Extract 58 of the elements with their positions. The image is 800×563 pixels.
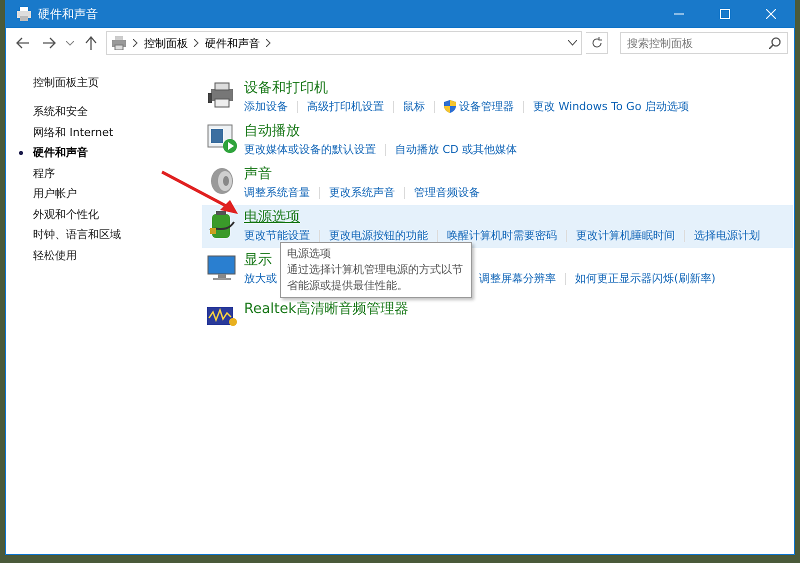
chevron-icon bbox=[133, 39, 138, 47]
sidebar-item[interactable]: 外观和个性化 bbox=[33, 204, 202, 224]
forward-arrow-icon bbox=[42, 37, 56, 49]
sidebar-item[interactable]: 用户帐户 bbox=[33, 184, 202, 204]
category-link[interactable]: 声音 bbox=[244, 165, 272, 183]
task-link[interactable]: 自动播放 CD 或其他媒体 bbox=[395, 142, 518, 157]
task-link[interactable]: 管理音频设备 bbox=[414, 185, 480, 200]
task-link[interactable]: 更改媒体或设备的默认设置 bbox=[244, 142, 376, 157]
maximize-icon bbox=[720, 9, 730, 19]
task-link[interactable]: 如何更正显示器闪烁(刷新率) bbox=[575, 271, 716, 286]
tooltip-text: 通过选择计算机管理电源的方式以节省能源或提供最佳性能。 bbox=[287, 262, 464, 294]
window-title: 硬件和声音 bbox=[38, 6, 99, 22]
refresh-icon bbox=[590, 37, 602, 49]
category-link[interactable]: Realtek高清晰音频管理器 bbox=[244, 300, 408, 318]
task-link[interactable]: 唤醒计算机时需要密码 bbox=[447, 228, 557, 243]
autoplay-icon bbox=[206, 122, 238, 154]
task-link[interactable]: 添加设备 bbox=[244, 99, 288, 114]
task-link[interactable]: 调整屏幕分辨率 bbox=[479, 271, 556, 286]
task-link[interactable]: 更改系统声音 bbox=[329, 185, 395, 200]
breadcrumb[interactable]: 硬件和声音 bbox=[205, 36, 260, 50]
category-link[interactable]: 设备和打印机 bbox=[244, 79, 328, 97]
search-icon bbox=[769, 37, 781, 49]
shield-icon bbox=[444, 100, 456, 113]
task-link[interactable]: 更改 Windows To Go 启动选项 bbox=[533, 99, 689, 114]
breadcrumb[interactable]: 控制面板 bbox=[144, 36, 188, 50]
task-link[interactable]: 高级打印机设置 bbox=[307, 99, 384, 114]
task-link[interactable]: 设备管理器 bbox=[444, 99, 514, 114]
printer-icon bbox=[16, 7, 32, 21]
chevron-icon bbox=[194, 39, 199, 47]
task-link[interactable]: 调整系统音量 bbox=[244, 185, 310, 200]
sidebar-link[interactable]: 控制面板主页 bbox=[33, 72, 202, 92]
task-link[interactable]: 选择电源计划 bbox=[694, 228, 760, 243]
sidebar-item[interactable]: 硬件和声音 bbox=[33, 142, 202, 163]
task-link[interactable]: 更改节能设置 bbox=[244, 228, 310, 243]
task-link[interactable]: 更改电源按钮的功能 bbox=[329, 228, 428, 243]
task-link[interactable]: 鼠标 bbox=[403, 99, 425, 114]
chevron-icon bbox=[266, 39, 271, 47]
back-arrow-icon bbox=[16, 37, 30, 49]
sidebar-item[interactable]: 时钟、语言和区域 bbox=[33, 224, 202, 245]
sidebar-item[interactable]: 程序 bbox=[33, 163, 202, 184]
category-link[interactable]: 自动播放 bbox=[244, 122, 300, 140]
task-link[interactable]: 放大或 bbox=[244, 271, 277, 286]
up-arrow-icon bbox=[85, 36, 97, 50]
tooltip-title: 电源选项 bbox=[287, 246, 332, 262]
caret-icon bbox=[66, 40, 74, 46]
sidebar-item[interactable]: 网络和 Internet bbox=[33, 122, 202, 142]
sidebar-item[interactable]: 系统和安全 bbox=[33, 102, 202, 122]
dropdown-caret-icon[interactable] bbox=[568, 40, 577, 46]
task-link[interactable]: 更改计算机睡眠时间 bbox=[576, 228, 675, 243]
category-link[interactable]: 电源选项 bbox=[244, 208, 300, 226]
address-bar[interactable]: 控制面板 硬件和声音 bbox=[106, 31, 582, 55]
sidebar-item[interactable]: 轻松使用 bbox=[33, 245, 202, 266]
search-field[interactable]: 搜索控制面板 bbox=[620, 32, 788, 54]
refresh-button[interactable] bbox=[586, 32, 608, 54]
printer-icon bbox=[111, 36, 127, 50]
bullet-icon bbox=[19, 150, 23, 154]
category-link[interactable]: 显示 bbox=[244, 251, 272, 269]
close-icon bbox=[766, 9, 776, 19]
